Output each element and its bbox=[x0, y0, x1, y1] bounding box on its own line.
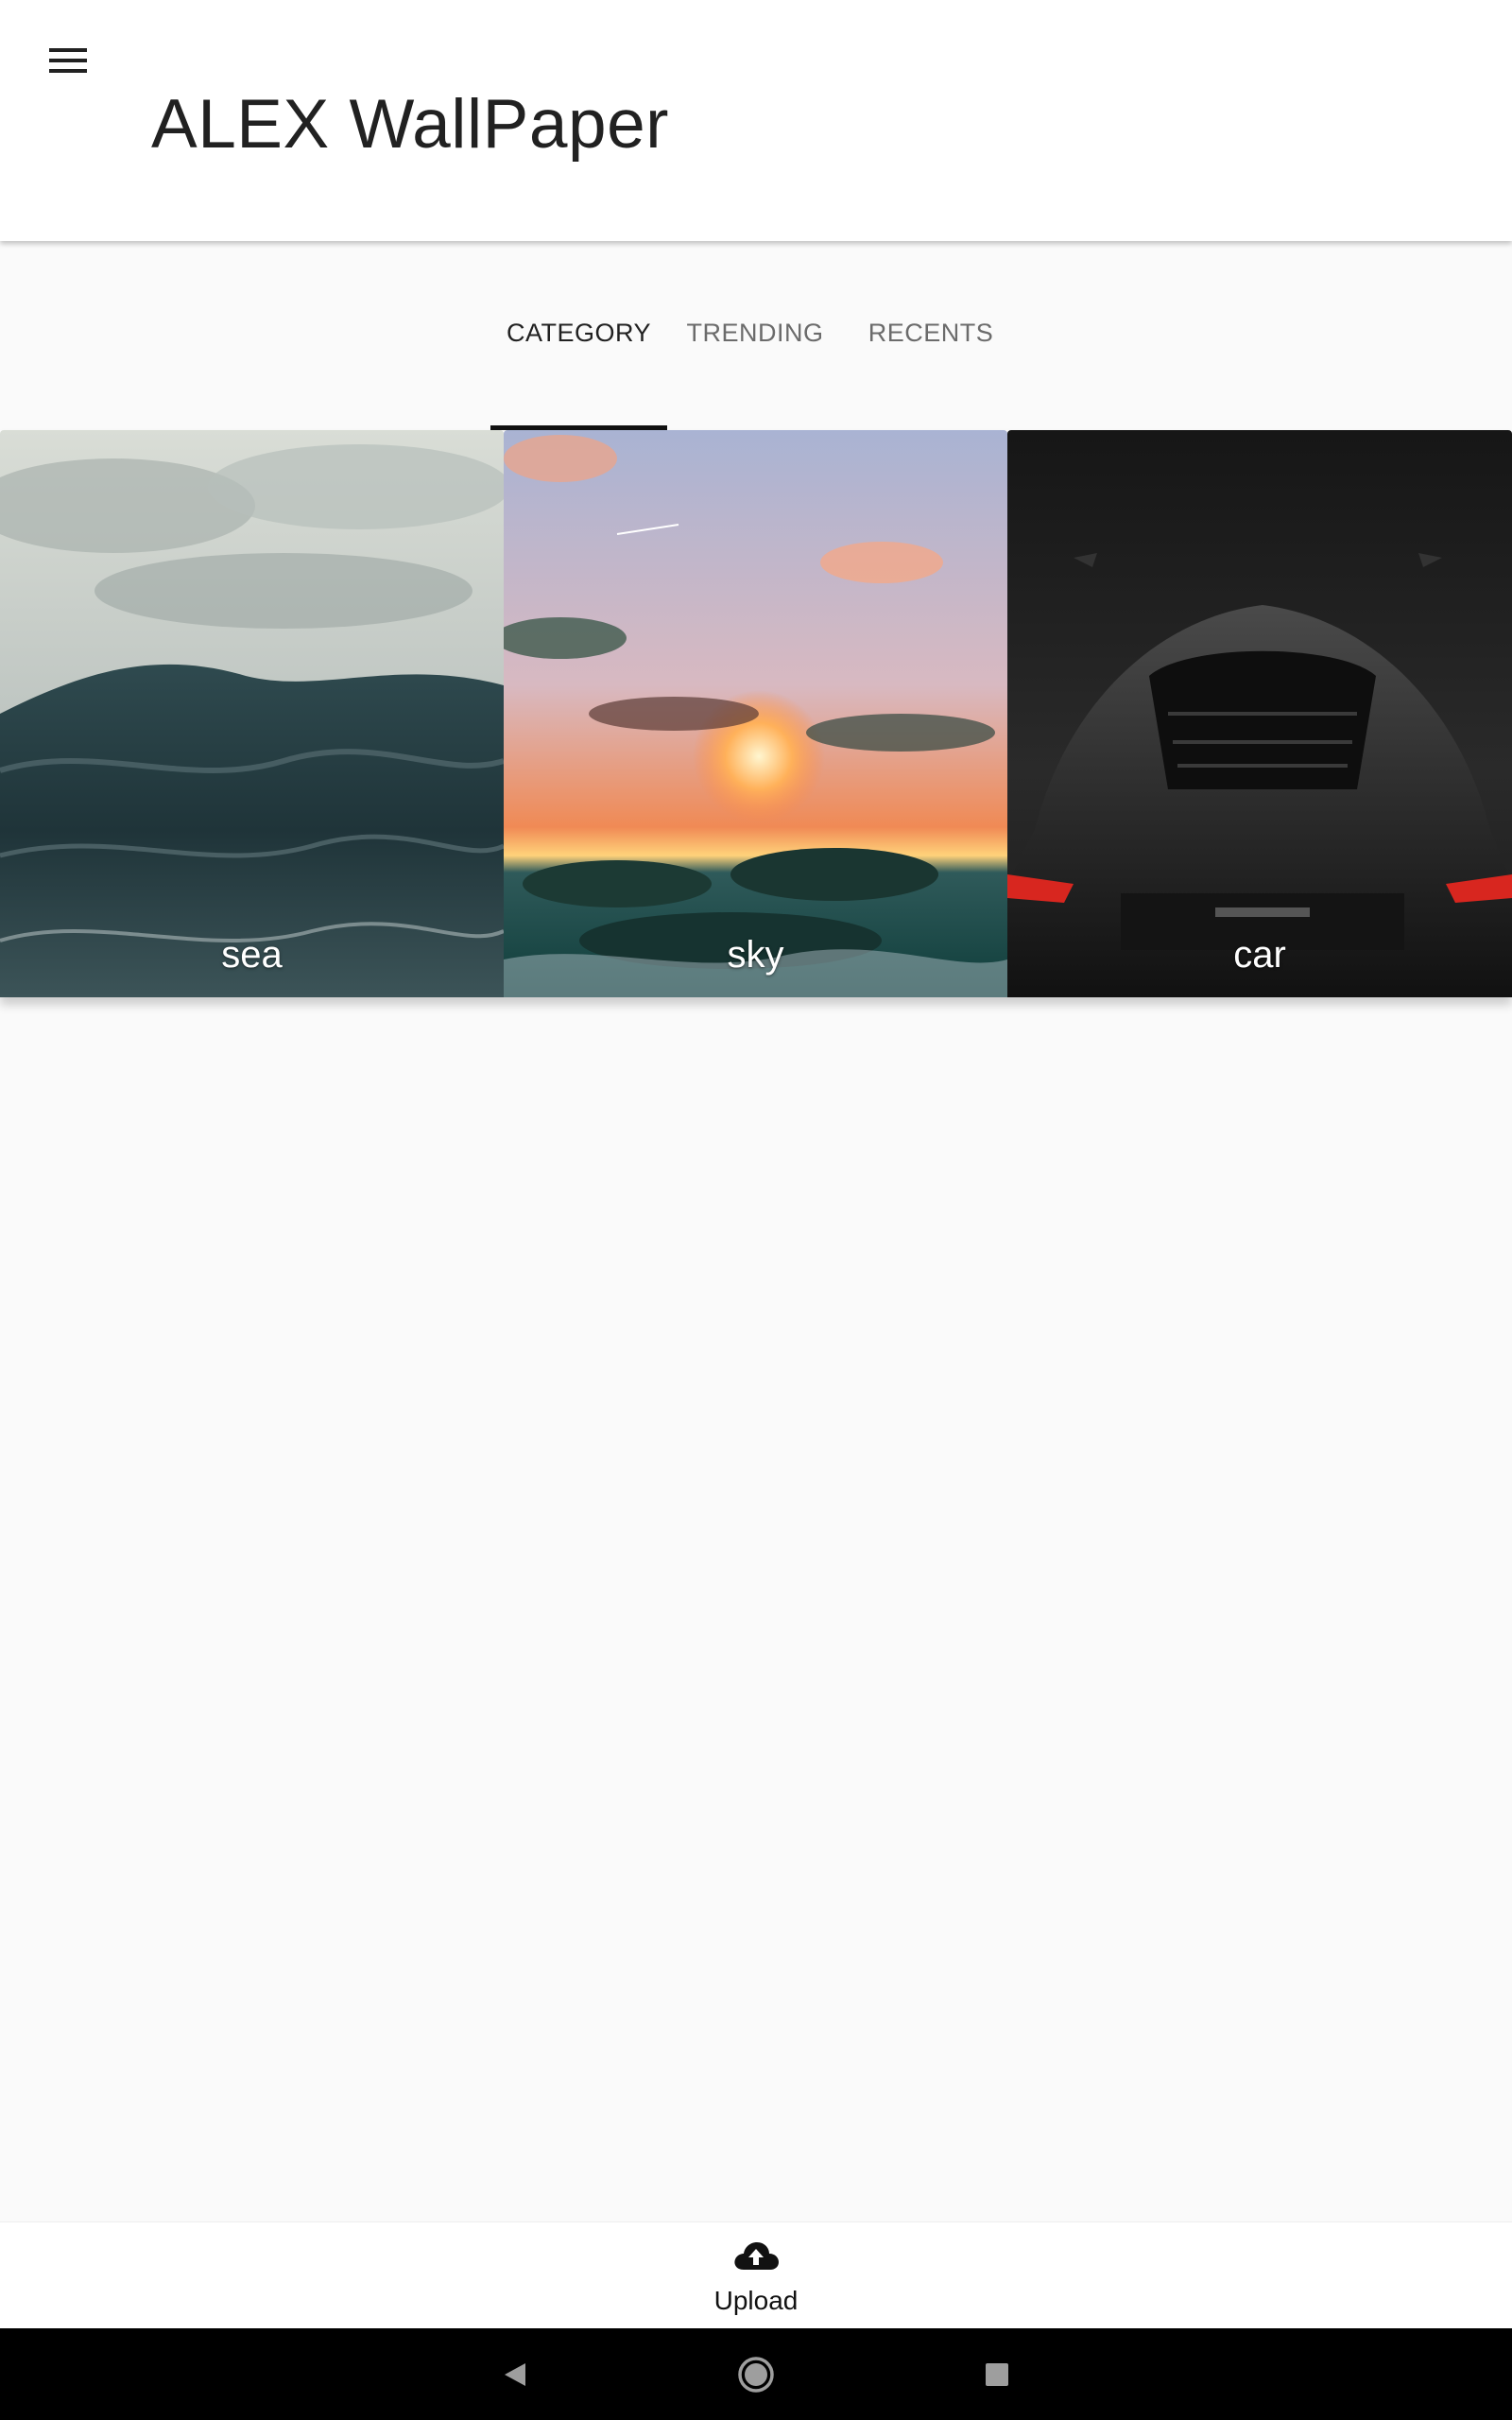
sea-wallpaper-image bbox=[0, 430, 504, 997]
car-wallpaper-image bbox=[1007, 430, 1512, 997]
home-circle-icon[interactable] bbox=[732, 2351, 780, 2398]
hamburger-menu-icon bbox=[49, 48, 87, 73]
tab-bar: CATEGORY TRENDING RECENTS bbox=[0, 241, 1512, 430]
category-label: sky bbox=[727, 934, 784, 976]
sky-wallpaper-image bbox=[504, 430, 1007, 997]
tab-recents[interactable]: RECENTS bbox=[843, 319, 1019, 366]
category-label: sea bbox=[221, 934, 283, 976]
category-card-sea[interactable]: sea bbox=[0, 430, 504, 997]
app-title: ALEX WallPaper bbox=[151, 86, 669, 163]
upload-label: Upload bbox=[713, 2286, 799, 2315]
cloud-upload-icon bbox=[734, 2242, 779, 2270]
menu-button[interactable] bbox=[30, 23, 106, 98]
upload-button[interactable]: Upload bbox=[680, 2222, 832, 2329]
tab-trending[interactable]: TRENDING bbox=[667, 319, 843, 366]
app-bar: ALEX WallPaper bbox=[0, 0, 1512, 241]
tab-category[interactable]: CATEGORY bbox=[490, 319, 667, 366]
category-card-sky[interactable]: sky bbox=[504, 430, 1007, 997]
recents-square-icon[interactable] bbox=[973, 2351, 1021, 2398]
system-navigation-bar bbox=[0, 2328, 1512, 2420]
category-grid: sea sky car bbox=[0, 430, 1512, 997]
back-triangle-icon[interactable] bbox=[491, 2351, 539, 2398]
category-card-car[interactable]: car bbox=[1007, 430, 1512, 997]
bottom-navigation: Upload bbox=[0, 2221, 1512, 2329]
category-label: car bbox=[1233, 934, 1286, 976]
